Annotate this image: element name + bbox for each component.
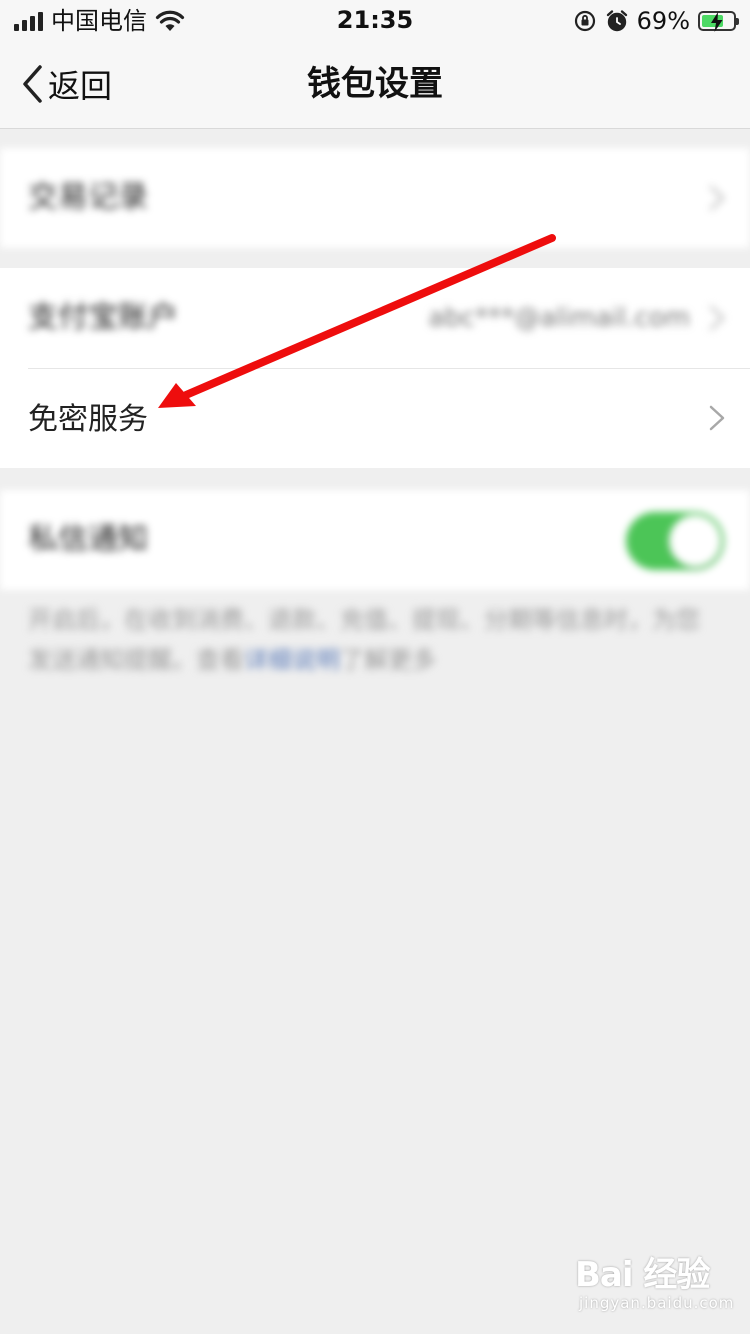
watermark: Bai 经验 jingyan.baidu.com: [575, 1256, 734, 1312]
chevron-right-icon: [709, 185, 725, 211]
list-item-label: 支付宝账户: [28, 300, 178, 335]
battery-percent: 69%: [636, 7, 690, 35]
settings-group-1: 交易记录: [0, 148, 750, 248]
list-item-label: 免密服务: [28, 402, 148, 437]
alarm-icon: [606, 10, 627, 32]
settings-note: 开启后，在收到消费、退款、充值、提现、分期等信息时，为您发送通知提醒。查看详细说…: [28, 600, 718, 680]
list-item-label: 交易记录: [28, 180, 148, 215]
status-right: 69%: [573, 7, 739, 35]
chevron-right-icon: [709, 405, 725, 431]
settings-group-3: 私信通知: [0, 490, 750, 590]
list-item-password-free-service[interactable]: 免密服务: [0, 368, 750, 468]
battery-charging-icon: [698, 11, 739, 32]
watermark-url: jingyan.baidu.com: [579, 1294, 735, 1312]
note-text-end: 了解更多: [340, 646, 436, 674]
watermark-logo: Bai 经验: [575, 1255, 710, 1295]
note-link[interactable]: 详细说明: [244, 646, 340, 674]
status-bar: 中国电信 21:35 69%: [0, 0, 750, 40]
navigation-bar: 返回 钱包设置: [0, 40, 750, 129]
orientation-lock-icon: [574, 10, 595, 32]
settings-group-2: 支付宝账户 abc***@alimail.com 免密服务: [0, 268, 750, 468]
toggle-knob: [669, 515, 721, 567]
list-item-notification: 私信通知: [0, 490, 750, 590]
list-item-label: 私信通知: [28, 522, 148, 557]
list-item-transactions[interactable]: 交易记录: [0, 148, 750, 248]
page-title: 钱包设置: [307, 64, 443, 104]
chevron-right-icon: [709, 305, 725, 331]
list-item-alipay-account[interactable]: 支付宝账户 abc***@alimail.com: [0, 268, 750, 368]
notification-toggle[interactable]: [626, 512, 724, 570]
screen: 中国电信 21:35 69% 返回 钱包设置 交易记录 支付宝账户 abc***…: [0, 0, 750, 1334]
account-value: abc***@alimail.com: [428, 303, 690, 333]
